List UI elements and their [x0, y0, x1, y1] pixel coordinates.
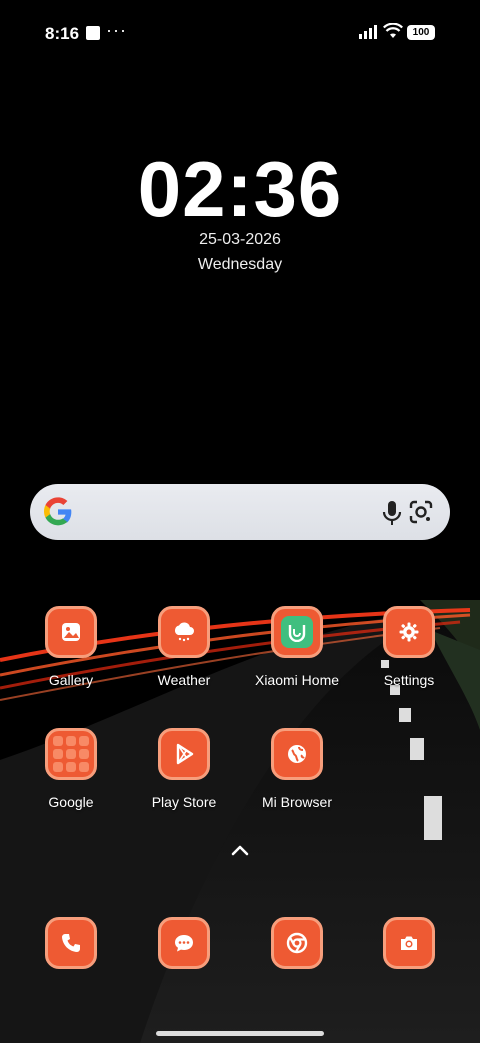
wifi-icon: [383, 23, 403, 38]
lens-icon[interactable]: [408, 499, 434, 525]
gallery-icon: [45, 606, 97, 658]
camera-icon: [383, 917, 435, 969]
settings-icon: [383, 606, 435, 658]
phone-icon: [45, 917, 97, 969]
app-drawer-arrow-icon[interactable]: [228, 840, 252, 860]
app-label: Mi Browser: [261, 794, 332, 810]
dock-messages[interactable]: [129, 917, 239, 969]
mic-icon[interactable]: [382, 500, 402, 526]
status-time: 8:16: [45, 24, 80, 43]
app-label: Gallery: [48, 672, 94, 688]
dock-chrome[interactable]: [242, 917, 352, 969]
weather-icon: [158, 606, 210, 658]
app-label: Google: [48, 794, 94, 810]
app-label: Play Store: [151, 794, 217, 810]
notification-icon: [86, 26, 100, 40]
browser-icon: [271, 728, 323, 780]
app-weather[interactable]: Weather: [129, 606, 239, 688]
folder-google[interactable]: Google: [16, 728, 126, 810]
battery-icon: 100: [407, 25, 435, 40]
clock-widget-weekday: Wednesday: [197, 256, 283, 273]
chrome-icon: [271, 917, 323, 969]
app-label: Settings: [383, 672, 435, 688]
app-label: Weather: [157, 672, 211, 688]
play-store-icon: [158, 728, 210, 780]
app-mi-browser[interactable]: Mi Browser: [242, 728, 352, 810]
battery-level: 100: [412, 27, 430, 38]
google-search-bar[interactable]: [30, 484, 450, 540]
app-xiaomi-home[interactable]: Xiaomi Home: [242, 606, 352, 688]
more-notifications-icon: ···: [106, 20, 127, 40]
app-gallery[interactable]: Gallery: [16, 606, 126, 688]
messages-icon: [158, 917, 210, 969]
app-play-store[interactable]: Play Store: [129, 728, 239, 810]
clock-widget-date: 25-03-2026: [199, 231, 281, 248]
signal-icon: [359, 25, 377, 39]
dock-camera[interactable]: [354, 917, 464, 969]
app-settings[interactable]: Settings: [354, 606, 464, 688]
google-logo-icon: [44, 497, 72, 526]
gesture-nav-bar[interactable]: [156, 1031, 324, 1036]
dock-phone[interactable]: [16, 917, 126, 969]
xiaomi-home-icon: [271, 606, 323, 658]
clock-widget-time[interactable]: 02:36: [0, 146, 480, 232]
google-folder-icon: [45, 728, 97, 780]
app-label: Xiaomi Home: [254, 672, 340, 688]
status-bar: 8:16 ··· 100: [0, 0, 480, 64]
